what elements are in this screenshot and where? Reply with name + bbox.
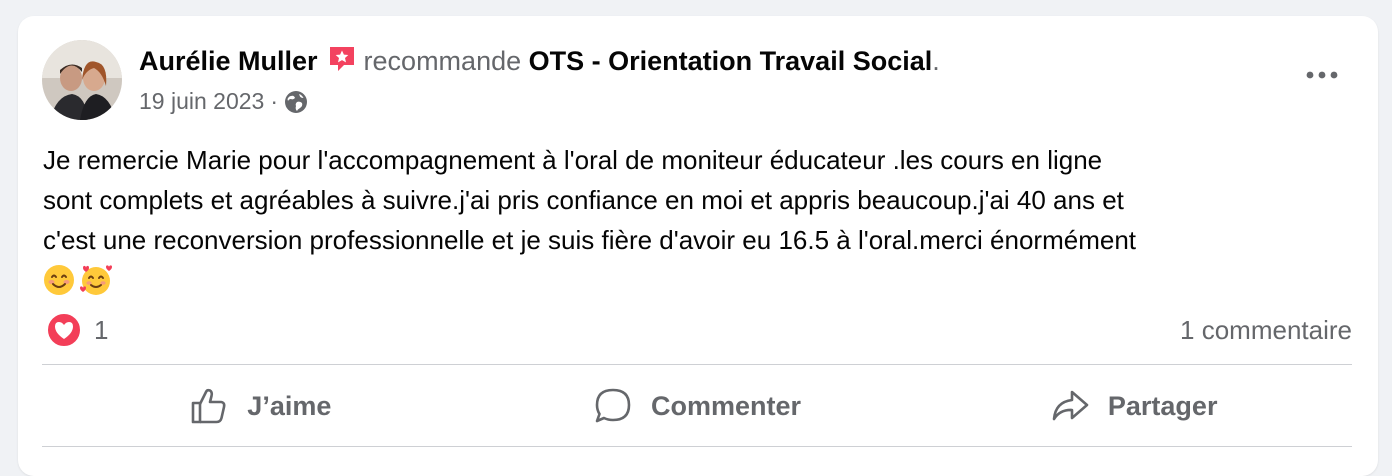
recommend-badge-icon [326,43,358,75]
share-arrow-icon [1052,390,1089,421]
post-text: Je remercie Marie pour l'accompagnement … [43,140,1343,296]
post-header: Aurélie Muller recommande OTS - Orientati… [139,43,940,79]
smiling-face-icon [44,265,74,295]
share-label: Partager [1107,390,1218,421]
like-button[interactable]: J’aime [42,366,479,446]
post-text-line: c'est une reconversion professionnelle e… [43,225,1137,255]
smiling-face-with-hearts-icon [80,265,112,295]
action-bar: J’aime Commenter Partager [42,366,1352,446]
trailing-dot: . [932,46,940,76]
more-options-button[interactable] [1302,60,1342,90]
emoji-row [43,264,1343,296]
recommend-verb: recommande [363,46,522,76]
divider [42,364,1352,365]
post-date[interactable]: 19 juin 2023 [139,88,264,114]
page-name-link[interactable]: OTS - Orientation Travail Social [529,46,933,76]
meta-separator: · [270,88,279,114]
reaction-count: 1 [94,314,109,345]
comment-button[interactable]: Commenter [479,366,916,446]
avatar[interactable] [42,40,122,120]
post-meta: 19 juin 2023 · [139,86,308,116]
like-label: J’aime [247,390,332,421]
post-text-line: Je remercie Marie pour l'accompagnement … [43,145,1103,175]
comments-count-link[interactable]: 1 commentaire [1180,312,1352,348]
reactions-summary[interactable]: 1 [46,312,108,348]
post-text-line: sont complets et agréables à suivre.j'ai… [43,185,1124,215]
love-reaction-icon [46,312,82,348]
author-name[interactable]: Aurélie Muller [139,46,318,76]
share-button[interactable]: Partager [915,366,1352,446]
globe-icon[interactable] [284,90,308,114]
thumbs-up-icon [191,388,226,424]
comment-label: Commenter [650,390,802,421]
more-dots-icon [1306,71,1338,79]
divider [42,446,1352,447]
post-card: Aurélie Muller recommande OTS - Orientati… [18,16,1378,476]
comment-bubble-icon [595,388,631,423]
